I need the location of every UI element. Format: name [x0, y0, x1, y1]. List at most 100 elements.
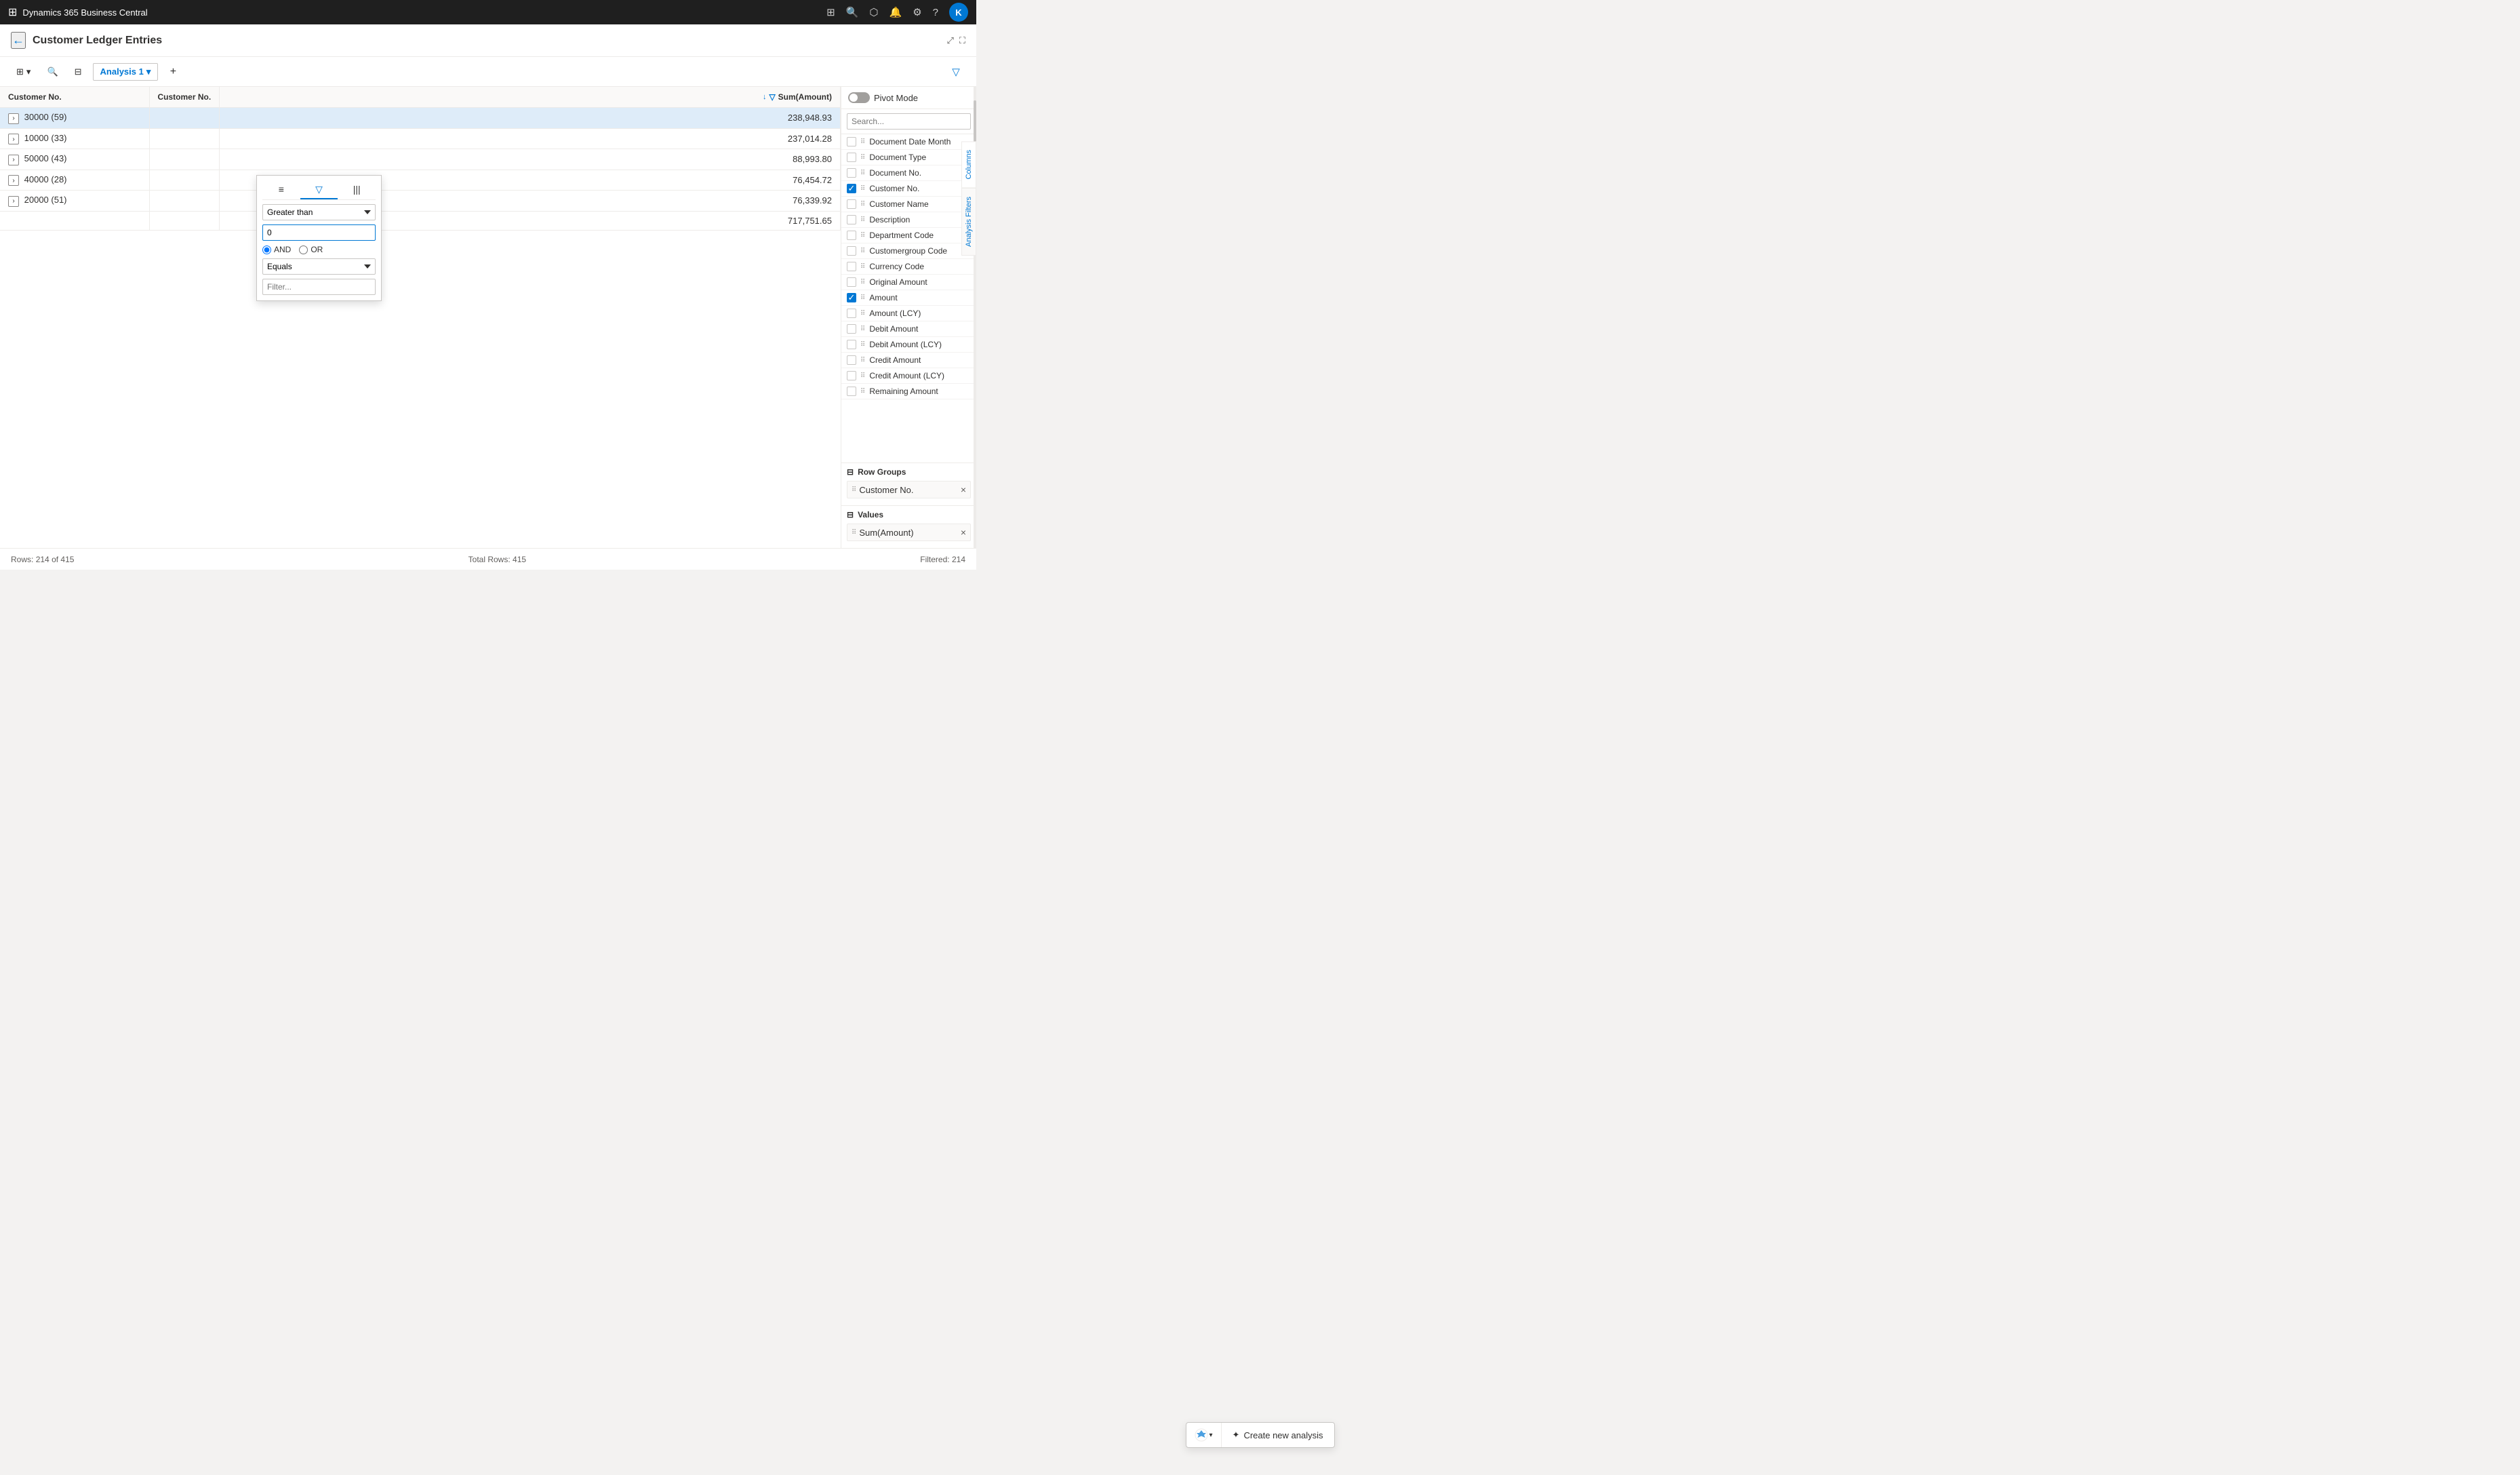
filter-value1-input[interactable] [262, 224, 376, 241]
row-groups-title: ⊟ Row Groups [847, 467, 971, 477]
drag-handle-icon: ⠿ [860, 326, 865, 333]
user-avatar[interactable]: K [949, 3, 968, 22]
radio-and-label[interactable]: AND [262, 245, 291, 254]
radio-or-label[interactable]: OR [299, 245, 323, 254]
filter-button[interactable]: ▽ [946, 62, 965, 81]
topbar: ⊞ Dynamics 365 Business Central ⊞ 🔍 ⬡ 🔔 … [0, 0, 976, 24]
field-checkbox[interactable] [847, 262, 856, 271]
filter-tab-columns[interactable]: ||| [338, 181, 376, 199]
field-checkbox[interactable] [847, 277, 856, 287]
create-analysis-icon-btn[interactable]: ▾ [1186, 1423, 1222, 1447]
filtered-label: Filtered: [920, 555, 949, 564]
filter-tab-filter[interactable]: ▽ [300, 181, 338, 199]
fullscreen-icon[interactable]: ⛶ [959, 35, 965, 46]
add-analysis-button[interactable]: + [163, 62, 182, 81]
table-row[interactable]: › 50000 (43) 88,993.80 [0, 149, 841, 170]
field-checkbox[interactable] [847, 371, 856, 380]
chip-remove-button[interactable]: × [961, 484, 966, 495]
field-checkbox[interactable] [847, 168, 856, 178]
field-search-input[interactable] [847, 113, 971, 130]
list-item[interactable]: ✓ ⠿ Amount [841, 290, 976, 306]
list-item[interactable]: ⠿ Credit Amount [841, 353, 976, 368]
list-item[interactable]: ✓ ⠿ Customer No. [841, 181, 976, 197]
drag-handle-icon: ⠿ [860, 248, 865, 255]
field-checkbox[interactable] [847, 153, 856, 162]
table-row[interactable]: › 40000 (28) 76,454.72 [0, 170, 841, 191]
field-checkbox[interactable] [847, 309, 856, 318]
col-header-sum-amount[interactable]: ↓ ▽ Sum(Amount) [220, 87, 841, 108]
topbar-grid-icon[interactable]: ⊞ [826, 6, 835, 18]
app-title: Dynamics 365 Business Central [22, 7, 147, 18]
topbar-bell-icon[interactable]: 🔔 [889, 6, 902, 18]
field-checkbox[interactable] [847, 215, 856, 224]
field-checkbox[interactable] [847, 340, 856, 349]
list-item[interactable]: ⠿ Department Code [841, 228, 976, 243]
list-item[interactable]: ⠿ Debit Amount [841, 321, 976, 337]
search-button[interactable]: 🔍 [41, 64, 63, 80]
col-header-customer-no2[interactable]: Customer No. [149, 87, 220, 108]
row-expand-button[interactable]: › [8, 175, 19, 186]
list-item[interactable]: ⠿ Document No. [841, 165, 976, 181]
analysis-tab[interactable]: Analysis 1 ▾ [93, 63, 159, 81]
save-button[interactable]: ⊟ [69, 64, 87, 80]
list-item[interactable]: ⠿ Original Amount [841, 275, 976, 290]
filter-popup-tabs: ≡ ▽ ||| [262, 181, 376, 200]
filter-condition1-select[interactable]: Greater than Equals Less than [262, 204, 376, 220]
chip-drag-icon: ⠿ [852, 529, 856, 536]
list-item[interactable]: ⠿ Credit Amount (LCY) [841, 368, 976, 384]
field-checkbox[interactable] [847, 324, 856, 334]
field-checkbox[interactable] [847, 387, 856, 396]
field-checkbox-checked[interactable]: ✓ [847, 293, 856, 302]
drag-handle-icon: ⠿ [860, 310, 865, 317]
table-row[interactable]: › 30000 (59) 238,948.93 [0, 108, 841, 129]
field-name: Remaining Amount [869, 387, 938, 396]
list-item[interactable]: ⠿ Description [841, 212, 976, 228]
field-checkbox[interactable] [847, 231, 856, 240]
chip-left: ⠿ Customer No. [852, 485, 914, 495]
back-button[interactable]: ← [11, 32, 26, 49]
table-row[interactable]: › 10000 (33) 237,014.28 [0, 128, 841, 149]
field-checkbox[interactable] [847, 199, 856, 209]
rows-label: Rows: [11, 555, 33, 564]
tab-columns[interactable]: Columns [961, 141, 976, 188]
list-item[interactable]: ⠿ Debit Amount (LCY) [841, 337, 976, 353]
tab-analysis-filters[interactable]: Analysis Filters [961, 188, 976, 256]
topbar-help-icon[interactable]: ? [933, 7, 938, 18]
total-rows-info: Total Rows: 415 [468, 555, 526, 564]
row-expand-button[interactable]: › [8, 113, 19, 124]
topbar-search2-icon[interactable]: ⬡ [869, 6, 878, 18]
filter-popup: ≡ ▽ ||| Greater than Equals Less than AN… [256, 175, 382, 301]
list-item[interactable]: ⠿ Customergroup Code [841, 243, 976, 259]
expand-icon[interactable]: ⤢ [946, 35, 953, 46]
field-checkbox[interactable] [847, 246, 856, 256]
filter-value2-input[interactable] [262, 279, 376, 295]
cell-customer-no2 [149, 108, 220, 129]
field-name: Debit Amount [869, 324, 918, 334]
field-name: Customer Name [869, 199, 928, 209]
radio-and[interactable] [262, 245, 271, 254]
field-checkbox-checked[interactable]: ✓ [847, 184, 856, 193]
field-checkbox[interactable] [847, 355, 856, 365]
list-item[interactable]: ⠿ Document Date Month [841, 134, 976, 150]
filter-condition2-select[interactable]: Equals Greater than [262, 258, 376, 275]
row-expand-button[interactable]: › [8, 196, 19, 207]
chip-remove-values-button[interactable]: × [961, 527, 966, 538]
list-item[interactable]: ⠿ Amount (LCY) [841, 306, 976, 321]
view-chevron-icon: ▾ [26, 66, 31, 77]
table-row[interactable]: › 20000 (51) 76,339.92 [0, 191, 841, 212]
view-toggle-button[interactable]: ⊞ ▾ [11, 64, 36, 80]
list-item[interactable]: ⠿ Document Type [841, 150, 976, 165]
radio-or[interactable] [299, 245, 308, 254]
list-item[interactable]: ⠿ Customer Name [841, 197, 976, 212]
list-item[interactable]: ⠿ Currency Code [841, 259, 976, 275]
pivot-toggle-switch[interactable] [848, 92, 870, 103]
list-item[interactable]: ⠿ Remaining Amount [841, 384, 976, 399]
field-checkbox[interactable] [847, 137, 856, 146]
col-header-customer-no[interactable]: Customer No. [0, 87, 149, 108]
create-analysis-button[interactable]: ✦ Create new analysis [1222, 1424, 1334, 1446]
topbar-search-icon[interactable]: 🔍 [846, 6, 859, 18]
row-expand-button[interactable]: › [8, 134, 19, 144]
topbar-settings-icon[interactable]: ⚙ [913, 6, 921, 18]
row-expand-button[interactable]: › [8, 155, 19, 165]
filter-tab-list[interactable]: ≡ [262, 181, 300, 199]
